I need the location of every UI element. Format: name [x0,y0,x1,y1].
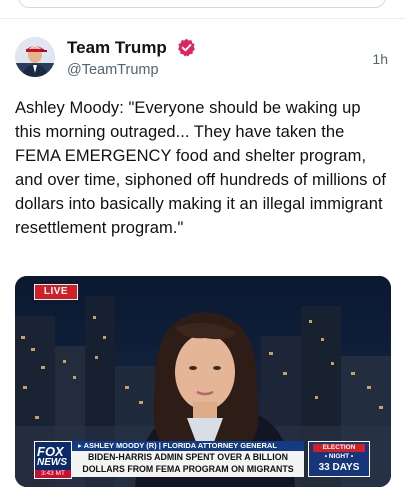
election-label: ELECTION [313,444,365,452]
fox-news-logo: FOX NEWS 3:43 MT [34,441,72,479]
post-text: Ashley Moody: "Everyone should be waking… [15,99,386,237]
previous-post-card-edge [18,0,386,8]
post-divider [0,18,405,19]
lower-third: ▸ ASHLEY MOODY (R) | FLORIDA ATTORNEY GE… [72,441,304,477]
headline-line-2: DOLLARS FROM FEMA PROGRAM ON MIGRANTS [82,463,294,474]
election-days-count: 33 DAYS [318,462,360,473]
election-countdown: ELECTION • NIGHT • 33 DAYS [308,441,370,477]
live-badge: LIVE [34,284,78,300]
video-media[interactable]: LIVE FOX NEWS 3:43 MT ▸ ASHLEY MOODY (R)… [15,276,391,487]
news-chyron: FOX NEWS 3:43 MT ▸ ASHLEY MOODY (R) | FL… [34,439,378,479]
verified-badge-icon [178,38,195,57]
lower-third-headline: BIDEN-HARRIS ADMIN SPENT OVER A BILLION … [72,451,304,477]
lower-third-nameplate: ▸ ASHLEY MOODY (R) | FLORIDA ATTORNEY GE… [72,441,304,451]
author-avatar[interactable] [15,37,55,77]
election-night-label: • NIGHT • [324,453,354,460]
logo-bottom-text: NEWS [37,457,67,468]
post-timestamp[interactable]: 1h [372,51,388,67]
author-name[interactable]: Team Trump [67,38,167,58]
headline-line-1: BIDEN-HARRIS ADMIN SPENT OVER A BILLION [88,452,288,462]
broadcast-clock: 3:43 MT [35,470,71,478]
author-handle[interactable]: @TeamTrump [67,62,159,78]
